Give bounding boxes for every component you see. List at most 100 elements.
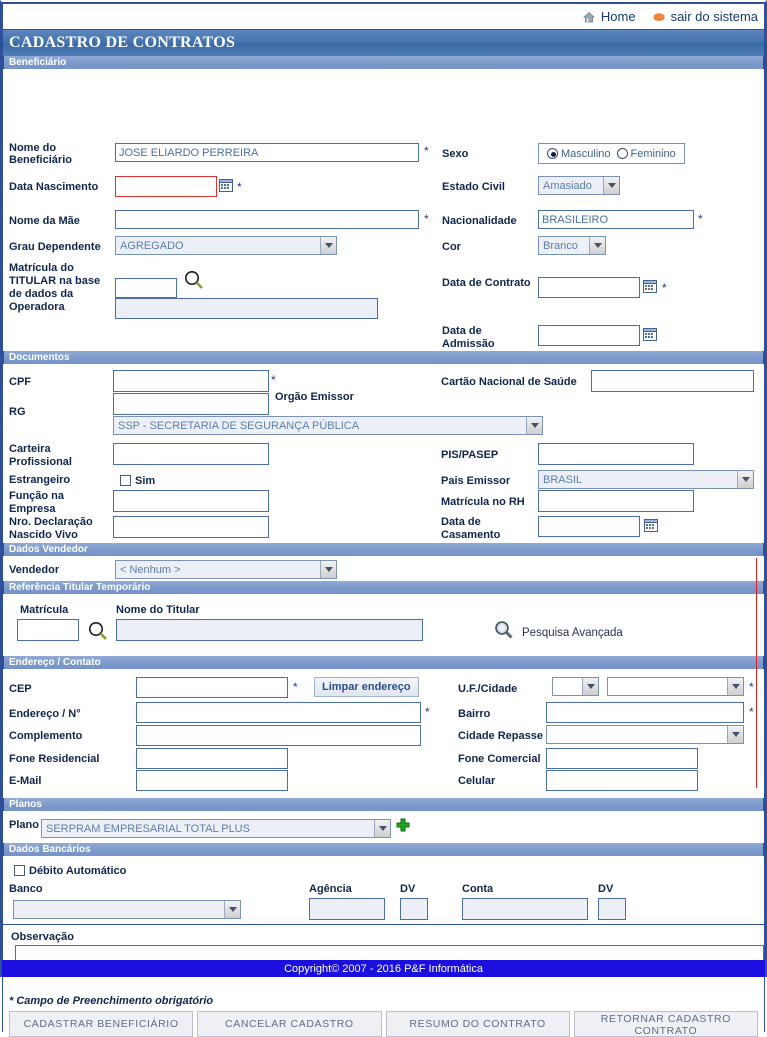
resumo-contrato-button[interactable]: RESUMO DO CONTRATO	[385, 1011, 570, 1037]
label-vendedor: Vendedor	[9, 564, 60, 576]
select-cidade[interactable]	[607, 677, 744, 696]
limpar-endereco-button[interactable]: Limpar endereço	[314, 677, 419, 697]
radio-sexo-masculino[interactable]: Masculino	[547, 148, 611, 160]
input-conta[interactable]	[462, 898, 588, 920]
select-plano[interactable]: SERPRAM EMPRESARIAL TOTAL PLUS	[41, 819, 391, 838]
required-marker: *	[425, 705, 430, 719]
retornar-cadastro-contrato-button[interactable]: RETORNAR CADASTRO CONTRATO	[573, 1011, 758, 1037]
input-rg[interactable]	[113, 393, 269, 415]
input-cartao-saude[interactable]	[591, 370, 754, 392]
label-dv-conta: DV	[598, 883, 614, 895]
select-grau-dependente[interactable]: AGREGADO	[115, 236, 337, 255]
label-endereco: Endereço / N°	[9, 708, 81, 720]
radio-sexo-feminino[interactable]: Feminino	[616, 148, 676, 160]
input-data-contrato[interactable]	[538, 277, 640, 298]
chevron-down-icon	[526, 417, 542, 434]
input-data-admissao[interactable]	[538, 325, 640, 346]
input-email[interactable]	[136, 770, 288, 791]
chevron-down-icon	[320, 561, 336, 578]
input-cpf[interactable]	[113, 370, 269, 392]
select-orgao-emissor[interactable]: SSP - SECRETARIA DE SEGURANÇA PÚBLICA	[113, 416, 543, 435]
input-nome-mae[interactable]	[115, 210, 419, 229]
label-nro-declaracao: Nro. Declaração Nascido Vivo	[9, 516, 93, 541]
label-fone-residencial: Fone Residencial	[9, 753, 100, 765]
chevron-down-icon	[224, 901, 240, 918]
search-magnifier-icon-titular[interactable]	[87, 620, 109, 647]
label-nome-beneficiario: Nome do Beneficiário	[9, 142, 72, 166]
label-matricula-rh: Matrícula no RH	[441, 496, 525, 508]
input-data-casamento[interactable]	[538, 516, 640, 537]
input-nome-beneficiario[interactable]	[115, 143, 419, 162]
top-navigation-bar: Home sair do sistema	[2, 2, 765, 30]
input-nro-declaracao[interactable]	[113, 516, 269, 538]
home-link[interactable]: Home	[582, 9, 636, 24]
select-uf[interactable]	[552, 677, 599, 696]
add-plano-icon[interactable]	[395, 817, 411, 834]
label-estrangeiro: Estrangeiro	[9, 474, 71, 486]
input-funcao-empresa[interactable]	[113, 490, 269, 512]
label-cpf: CPF	[9, 376, 31, 388]
calendar-icon-admissao[interactable]	[643, 328, 657, 341]
label-email: E-Mail	[9, 775, 42, 787]
exit-door-icon	[652, 10, 666, 24]
input-bairro[interactable]	[546, 702, 744, 723]
action-button-row: CADASTRAR BENEFICIÁRIO CANCELAR CADASTRO…	[3, 1011, 764, 1037]
input-matricula-titular[interactable]	[115, 278, 177, 298]
section-beneficiario: Nome do Beneficiário * Sexo Masculino Fe…	[3, 69, 764, 350]
logout-label: sair do sistema	[670, 9, 758, 24]
input-dv-agencia[interactable]	[400, 898, 428, 920]
checkbox-debito-automatico[interactable]	[14, 862, 25, 880]
label-orgao-emissor: Orgão Emissor	[275, 391, 354, 403]
select-cor[interactable]: Branco	[538, 236, 606, 255]
input-agencia[interactable]	[309, 898, 385, 920]
label-agencia: Agência	[309, 883, 352, 895]
required-marker: *	[749, 705, 754, 719]
input-nacionalidade[interactable]	[538, 210, 694, 229]
label-banco: Banco	[9, 883, 43, 895]
select-banco[interactable]	[13, 900, 241, 919]
input-nome-titular	[116, 619, 423, 641]
input-data-nascimento[interactable]	[115, 176, 217, 197]
input-complemento[interactable]	[136, 725, 421, 746]
calendar-icon-nascimento[interactable]	[219, 179, 233, 192]
search-magnifier-icon[interactable]	[183, 269, 205, 296]
pesquisa-avancada-button[interactable]: Pesquisa Avançada	[492, 618, 623, 647]
required-marker: *	[749, 680, 754, 694]
radio-masculino-circle	[547, 148, 558, 160]
select-vendedor[interactable]: < Nenhum >	[115, 560, 337, 579]
input-dv-conta[interactable]	[598, 898, 626, 920]
label-complemento: Complemento	[9, 730, 83, 742]
section-dados-vendedor: Vendedor < Nenhum >	[3, 556, 764, 581]
select-plano-value: SERPRAM EMPRESARIAL TOTAL PLUS	[46, 822, 250, 835]
input-celular[interactable]	[546, 770, 698, 791]
cancelar-cadastro-button[interactable]: CANCELAR CADASTRO	[197, 1011, 382, 1037]
label-conta: Conta	[462, 883, 494, 895]
chevron-down-icon	[727, 678, 743, 695]
section-header-dados-vendedor: Dados Vendedor	[3, 543, 764, 556]
calendar-icon-casamento[interactable]	[644, 519, 658, 532]
input-carteira-profissional[interactable]	[113, 443, 269, 465]
label-data-casamento: Data de Casamento	[441, 516, 501, 541]
select-cidade-repasse[interactable]	[546, 725, 744, 744]
required-marker: *	[293, 680, 298, 694]
select-estado-civil[interactable]: Amasiado	[538, 176, 620, 195]
label-sexo: Sexo	[442, 148, 469, 160]
input-fone-residencial[interactable]	[136, 748, 288, 769]
section-header-dados-bancarios: Dados Bancários	[3, 843, 764, 856]
section-header-documentos: Documentos	[3, 351, 764, 364]
select-pais-emissor[interactable]: BRASIL	[538, 470, 754, 489]
input-endereco[interactable]	[136, 702, 421, 723]
input-cep[interactable]	[136, 677, 288, 698]
label-observacao: Observação	[11, 931, 74, 943]
label-pais-emissor: Pais Emissor	[441, 475, 511, 487]
input-fone-comercial[interactable]	[546, 748, 698, 769]
checkbox-estrangeiro[interactable]	[120, 472, 131, 490]
cadastrar-beneficiario-button[interactable]: CADASTRAR BENEFICIÁRIO	[9, 1011, 194, 1037]
logout-link[interactable]: sair do sistema	[652, 9, 758, 24]
input-matricula-rh[interactable]	[538, 490, 694, 512]
calendar-icon-contrato[interactable]	[643, 280, 657, 293]
input-matricula-referencia[interactable]	[17, 619, 79, 641]
input-pis-pasep[interactable]	[538, 443, 694, 465]
section-header-planos: Planos	[3, 798, 764, 811]
contract-registration-page: Home sair do sistema CADASTRO DE CONTRAT…	[0, 0, 767, 1037]
